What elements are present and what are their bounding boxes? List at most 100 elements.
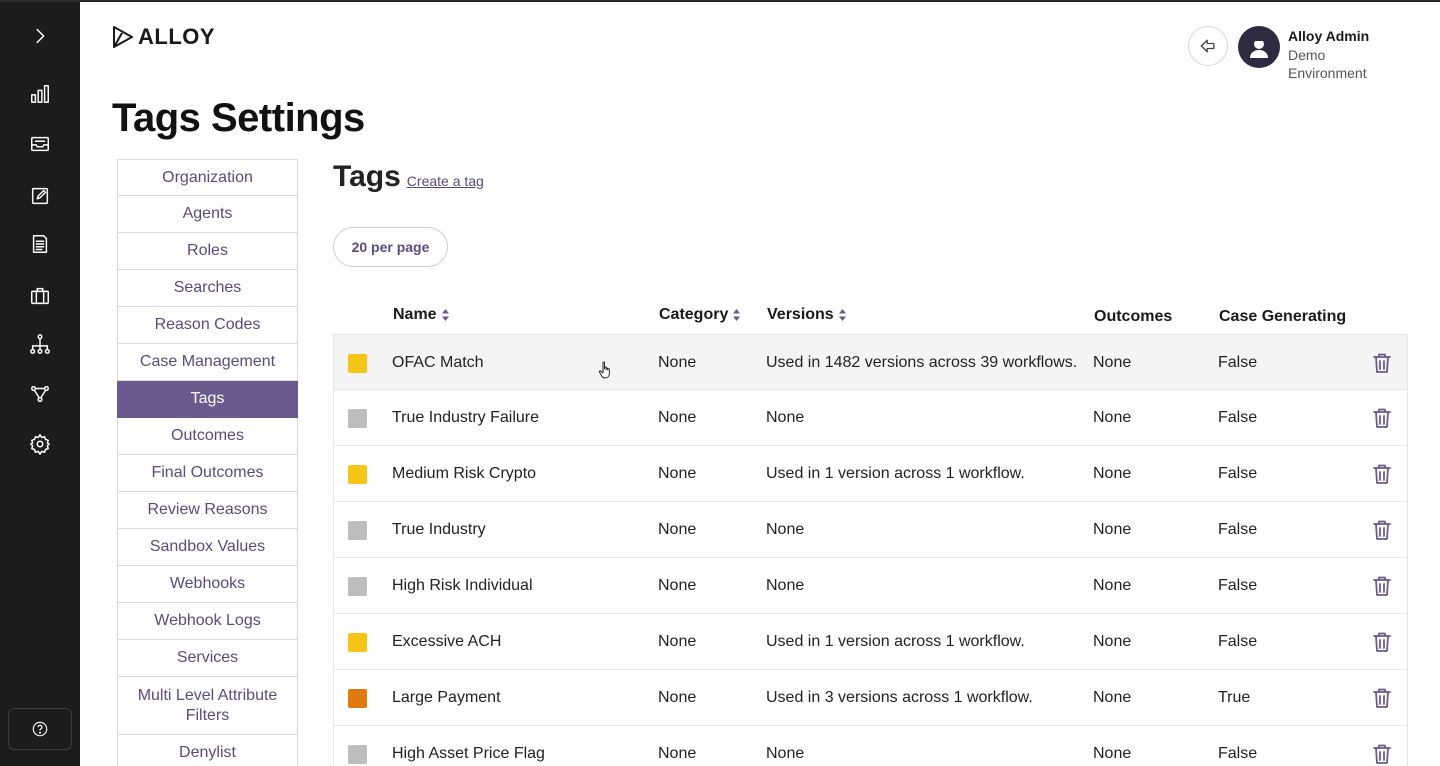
tag-outcomes: None (1093, 521, 1132, 538)
nav-item-tags[interactable]: Tags (117, 381, 298, 418)
delete-tag-button[interactable] (1370, 406, 1394, 430)
table-header: Name Category Versions Outcomes Case Gen… (333, 298, 1408, 334)
settings-nav: Organization Agents Roles Searches Reaso… (117, 159, 298, 766)
edit-icon[interactable] (24, 180, 56, 212)
alloy-logo[interactable]: ALLOY (112, 24, 215, 50)
table-row[interactable]: Large Payment None Used in 3 versions acro… (333, 670, 1408, 726)
tag-color-swatch[interactable] (348, 689, 367, 708)
tag-outcomes: None (1093, 354, 1132, 371)
nav-item-outcomes[interactable]: Outcomes (117, 418, 298, 455)
chevron-right-icon[interactable] (24, 20, 56, 52)
create-tag-link[interactable]: Create a tag (407, 173, 484, 189)
tag-versions: None (766, 577, 805, 594)
back-button[interactable] (1188, 26, 1228, 66)
nav-item-webhook-logs[interactable]: Webhook Logs (117, 603, 298, 640)
per-page-select[interactable]: 20 per page (333, 227, 448, 267)
tag-category: None (658, 745, 697, 762)
tag-category: None (658, 354, 697, 371)
briefcase-icon[interactable] (24, 280, 56, 312)
inbox-icon[interactable] (24, 128, 56, 160)
tag-versions: Used in 1 version across 1 workflow. (766, 465, 1025, 482)
document-icon[interactable] (24, 228, 56, 260)
table-row[interactable]: OFAC Match None Used in 1482 versions acro… (333, 334, 1408, 390)
main-content: ALLOY Alloy Admin Demo Environment Tags … (80, 0, 1440, 766)
nav-item-review-reasons[interactable]: Review Reasons (117, 492, 298, 529)
trash-icon (1373, 576, 1391, 596)
table-row[interactable]: High Risk Individual None None None False (333, 558, 1408, 614)
delete-tag-button[interactable] (1370, 462, 1394, 486)
delete-tag-button[interactable] (1370, 351, 1394, 375)
nav-item-services[interactable]: Services (117, 640, 298, 677)
tag-case-generating: False (1218, 521, 1258, 538)
tag-category: None (658, 409, 697, 426)
nav-item-sandbox-values[interactable]: Sandbox Values (117, 529, 298, 566)
tag-category: None (658, 521, 697, 538)
tag-color-swatch[interactable] (348, 354, 367, 373)
nav-item-organization[interactable]: Organization (117, 159, 298, 196)
tag-outcomes: None (1093, 745, 1132, 762)
delete-tag-button[interactable] (1370, 630, 1394, 654)
tag-versions: Used in 1482 versions across 39 workflow… (766, 354, 1078, 371)
nav-item-searches[interactable]: Searches (117, 270, 298, 307)
column-name-header[interactable]: Name (393, 306, 450, 324)
tag-name: Medium Risk Crypto (392, 465, 537, 482)
table-row[interactable]: High Asset Price Flag None None None False (333, 726, 1408, 766)
hierarchy-icon[interactable] (24, 328, 56, 360)
column-category-header[interactable]: Category (659, 306, 741, 324)
tag-outcomes: None (1093, 409, 1132, 426)
trash-icon (1373, 632, 1391, 652)
workflow-icon[interactable] (24, 378, 56, 410)
table-row[interactable]: True Industry None None None False (333, 502, 1408, 558)
page-title: Tags Settings (112, 96, 365, 140)
help-button[interactable] (8, 708, 72, 750)
tag-outcomes: None (1093, 577, 1132, 594)
gear-icon[interactable] (24, 428, 56, 460)
sort-icon (733, 309, 741, 321)
column-versions-header[interactable]: Versions (767, 306, 847, 324)
delete-tag-button[interactable] (1370, 686, 1394, 710)
tag-color-swatch[interactable] (348, 633, 367, 652)
tag-color-swatch[interactable] (348, 521, 367, 540)
tag-case-generating: False (1218, 577, 1258, 594)
table-row[interactable]: True Industry Failure None None None False (333, 390, 1408, 446)
tag-name: Large Payment (392, 689, 501, 706)
table-row[interactable]: Medium Risk Crypto None Used in 1 version … (333, 446, 1408, 502)
avatar[interactable] (1238, 26, 1280, 68)
tag-versions: None (766, 745, 805, 762)
trash-icon (1373, 744, 1391, 764)
user-icon (1250, 38, 1268, 58)
delete-tag-button[interactable] (1370, 574, 1394, 598)
tag-outcomes: None (1093, 689, 1132, 706)
trash-icon (1373, 464, 1391, 484)
alloy-logo-icon (113, 26, 133, 48)
tag-color-swatch[interactable] (348, 577, 367, 596)
nav-item-agents[interactable]: Agents (117, 196, 298, 233)
tag-case-generating: True (1218, 689, 1251, 706)
delete-tag-button[interactable] (1370, 742, 1394, 766)
trash-icon (1373, 688, 1391, 708)
back-arrow-icon (1200, 39, 1215, 53)
tags-section-header: Tags Create a tag (333, 160, 484, 194)
column-outcomes-header: Outcomes (1094, 308, 1173, 325)
tag-versions: None (766, 521, 805, 538)
nav-item-final-outcomes[interactable]: Final Outcomes (117, 455, 298, 492)
tag-color-swatch[interactable] (348, 409, 367, 428)
nav-item-denylist[interactable]: Denylist (117, 735, 298, 766)
trash-icon (1373, 520, 1391, 540)
nav-item-multi-level-attribute-filters[interactable]: Multi Level Attribute Filters (117, 677, 298, 735)
table-body: OFAC Match None Used in 1482 versions acro… (333, 334, 1408, 766)
tag-versions: None (766, 409, 805, 426)
tag-case-generating: False (1218, 465, 1258, 482)
tag-color-swatch[interactable] (348, 465, 367, 484)
nav-item-roles[interactable]: Roles (117, 233, 298, 270)
bar-chart-icon[interactable] (24, 78, 56, 110)
nav-item-webhooks[interactable]: Webhooks (117, 566, 298, 603)
sort-icon (838, 309, 846, 321)
tag-color-swatch[interactable] (348, 745, 367, 764)
tag-case-generating: False (1218, 354, 1258, 371)
nav-item-case-management[interactable]: Case Management (117, 344, 298, 381)
table-row[interactable]: Excessive ACH None Used in 1 version acros… (333, 614, 1408, 670)
nav-item-reason-codes[interactable]: Reason Codes (117, 307, 298, 344)
tag-name: OFAC Match (392, 354, 484, 371)
delete-tag-button[interactable] (1370, 518, 1394, 542)
